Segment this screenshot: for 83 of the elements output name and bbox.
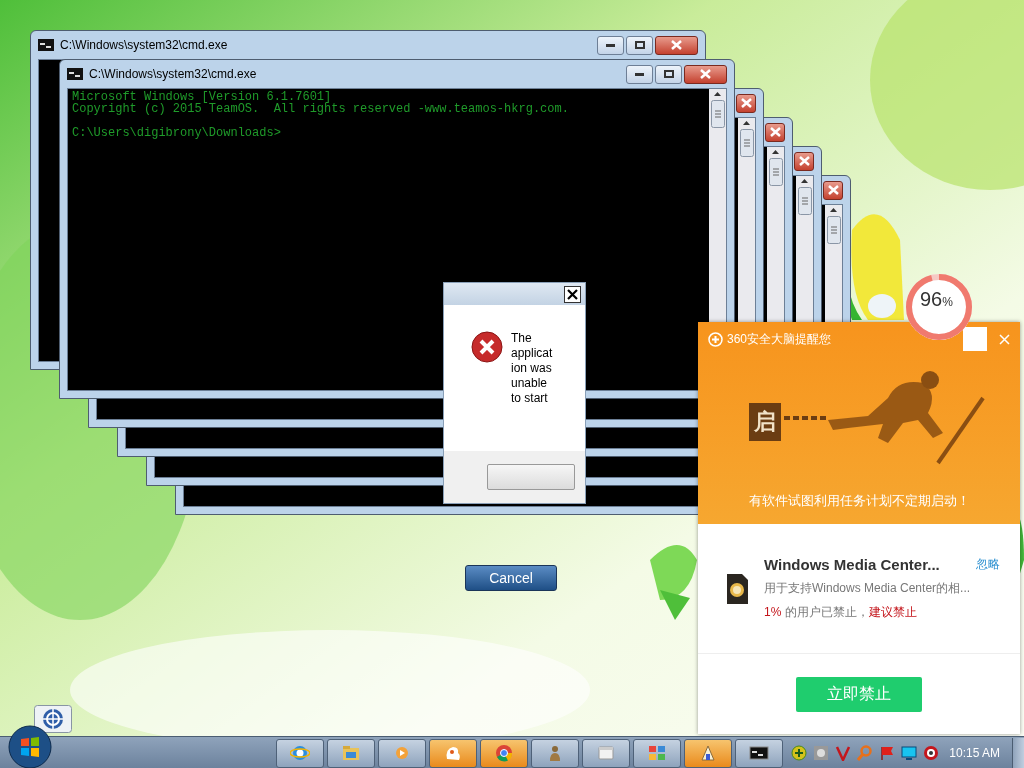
taskbar-button[interactable] bbox=[735, 738, 784, 768]
scrollbar[interactable] bbox=[796, 176, 813, 215]
v-mark-icon[interactable] bbox=[835, 745, 852, 761]
close-button[interactable] bbox=[736, 93, 756, 113]
scroll-thumb[interactable] bbox=[739, 129, 754, 157]
close-button[interactable] bbox=[765, 122, 785, 142]
taskbar-button[interactable] bbox=[684, 738, 733, 768]
window-icon bbox=[596, 743, 617, 763]
close-icon bbox=[769, 127, 781, 137]
scroll-up-icon bbox=[830, 208, 837, 212]
close-button[interactable] bbox=[794, 151, 814, 171]
close-button[interactable] bbox=[823, 180, 843, 200]
block-icon: 启 bbox=[749, 403, 781, 441]
console-icon bbox=[38, 39, 54, 51]
taskbar-button[interactable] bbox=[276, 738, 325, 768]
console-icon bbox=[749, 743, 770, 763]
maximize-button[interactable] bbox=[626, 35, 653, 55]
scroll-up-icon bbox=[801, 179, 808, 183]
show-desktop-button[interactable] bbox=[1012, 737, 1024, 768]
recommendation-link[interactable]: 建议禁止 bbox=[868, 605, 917, 619]
flag-icon[interactable] bbox=[879, 745, 896, 761]
warning-headline: 有软件试图利用任务计划不定期启动！ bbox=[747, 492, 971, 510]
scroll-thumb[interactable] bbox=[797, 187, 812, 215]
error-icon bbox=[471, 331, 503, 363]
block-percentage: 1% bbox=[764, 605, 782, 619]
ignore-link[interactable]: 忽略 bbox=[976, 556, 1000, 573]
start-button[interactable] bbox=[8, 725, 52, 768]
cancel-button[interactable]: Cancel bbox=[465, 565, 557, 591]
close-icon bbox=[700, 69, 711, 79]
dialog-button[interactable] bbox=[487, 464, 575, 490]
close-icon[interactable] bbox=[999, 333, 1010, 345]
window-title: C:\Windows\system32\cmd.exe bbox=[89, 67, 258, 81]
block-statistic: 的用户已禁止， bbox=[783, 605, 869, 619]
scroll-up-icon bbox=[772, 150, 779, 154]
close-icon bbox=[567, 288, 578, 300]
photo-icon[interactable] bbox=[813, 745, 830, 761]
taskbar-button[interactable] bbox=[582, 738, 631, 768]
console-line: Microsoft Windows [Version 6.1.7601] bbox=[72, 91, 332, 103]
scrollbar[interactable] bbox=[825, 205, 842, 244]
file-icon bbox=[724, 571, 750, 606]
close-icon bbox=[798, 156, 810, 166]
console-line: C:\Users\digibrony\Downloads> bbox=[72, 127, 282, 139]
monitor-icon[interactable] bbox=[901, 745, 918, 761]
app-description: 用于支持Windows Media Center的相... bbox=[764, 580, 972, 597]
minimize-icon bbox=[606, 43, 615, 47]
console-icon bbox=[67, 68, 83, 80]
blank-square bbox=[963, 327, 987, 351]
circle-logo-icon bbox=[494, 743, 515, 763]
close-button[interactable] bbox=[684, 64, 727, 84]
error-message: The application was unable to start bbox=[511, 331, 553, 407]
tiles-icon bbox=[647, 743, 668, 763]
popup-title: 360安全大脑提醒您 bbox=[727, 330, 833, 348]
console-line: Copyright (c) 2015 TeamOS. All rights reserved -www.teamos-hkrg.com. bbox=[72, 103, 570, 115]
scroll-up-icon bbox=[743, 121, 750, 125]
minimize-button[interactable] bbox=[597, 35, 624, 55]
minimize-icon bbox=[635, 72, 644, 76]
plus-icon bbox=[708, 331, 723, 347]
close-icon bbox=[671, 40, 682, 50]
plus-icon[interactable] bbox=[791, 745, 808, 761]
shortcut-icon[interactable] bbox=[34, 705, 72, 733]
maximize-button[interactable] bbox=[655, 64, 682, 84]
app-name: Windows Media Center... bbox=[764, 556, 941, 573]
window-title: C:\Windows\system32\cmd.exe bbox=[60, 38, 229, 52]
gauge-reading: 96% bbox=[920, 288, 953, 311]
minimize-button[interactable] bbox=[626, 64, 653, 84]
scroll-thumb[interactable] bbox=[768, 158, 783, 186]
globe-icon bbox=[290, 743, 311, 763]
clock: 10:15 AM bbox=[949, 746, 1000, 760]
speaker-icon[interactable] bbox=[923, 745, 940, 761]
scrollbar[interactable] bbox=[709, 89, 726, 128]
scroll-thumb[interactable] bbox=[710, 100, 725, 128]
folder-icon bbox=[341, 743, 362, 763]
taskbar-button[interactable] bbox=[429, 738, 478, 768]
close-icon bbox=[740, 98, 752, 108]
close-button[interactable] bbox=[564, 285, 581, 303]
scroll-up-icon bbox=[714, 92, 721, 96]
scroll-thumb[interactable] bbox=[826, 216, 841, 244]
close-button[interactable] bbox=[655, 35, 698, 55]
maximize-icon bbox=[663, 70, 674, 78]
close-icon bbox=[827, 185, 839, 195]
maximize-icon bbox=[634, 41, 645, 49]
scrollbar[interactable] bbox=[738, 118, 755, 157]
scrollbar[interactable] bbox=[767, 147, 784, 186]
